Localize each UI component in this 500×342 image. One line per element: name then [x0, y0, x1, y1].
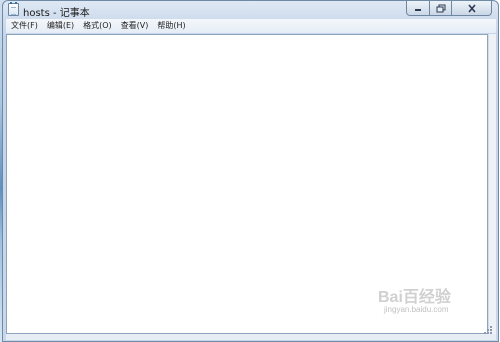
window-title: hosts - 记事本 — [23, 8, 90, 19]
title-bar[interactable]: hosts - 记事本 — [3, 1, 498, 19]
resize-grip-icon[interactable] — [484, 326, 492, 334]
window-bottom-edge — [6, 334, 496, 340]
close-icon — [467, 3, 476, 13]
close-button[interactable] — [452, 1, 492, 16]
menu-view[interactable]: 查看(V) — [116, 19, 153, 33]
minimize-icon — [415, 9, 421, 11]
vertical-scrollbar[interactable] — [488, 34, 496, 334]
text-editor-area[interactable] — [6, 34, 488, 334]
menu-edit[interactable]: 编辑(E) — [42, 19, 78, 33]
minimize-button[interactable] — [406, 1, 430, 16]
notepad-app-icon[interactable] — [8, 2, 19, 16]
menu-file[interactable]: 文件(F) — [6, 19, 42, 33]
notepad-window: hosts - 记事本 文件(F) 编辑(E) 格式(O) 查看(V) 帮助(H… — [2, 0, 499, 342]
menu-bar: 文件(F) 编辑(E) 格式(O) 查看(V) 帮助(H) — [6, 19, 496, 33]
menu-help[interactable]: 帮助(H) — [152, 19, 189, 33]
caption-buttons — [406, 1, 492, 16]
maximize-button[interactable] — [430, 1, 452, 16]
menu-format[interactable]: 格式(O) — [78, 19, 116, 33]
restore-icon — [436, 4, 445, 12]
